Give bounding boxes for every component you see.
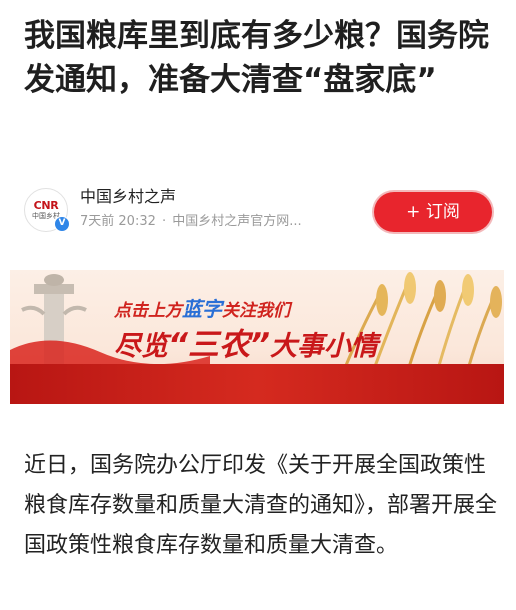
article-title: 我国粮库里到底有多少粮？国务院发通知，准备大清查“盘家底” (24, 18, 489, 98)
subscribe-button[interactable]: + 订阅 (374, 192, 492, 232)
article-paragraph: 近日，国务院办公厅印发《关于开展全国政策性粮食库存数量和质量大清查的通知》，部署… (24, 453, 498, 558)
promo-banner[interactable]: 点击上方蓝字关注我们 尽览“三农”大事小情 (10, 270, 504, 404)
post-time: 7天前 20:32 (80, 214, 156, 229)
author-name[interactable]: 中国乡村之声 (80, 186, 176, 208)
post-source: 中国乡村之声官方网... (172, 214, 302, 229)
author-row: CNR 中国乡村 V 中国乡村之声 7天前 20:32 · 中国乡村之声官方网.… (24, 186, 494, 242)
banner-follow-text: 点击上方蓝字关注我们 (114, 297, 290, 321)
banner-headline: 尽览“三农”大事小情 (114, 327, 378, 363)
post-meta: 7天前 20:32 · 中国乡村之声官方网... (80, 212, 360, 232)
article-page: 我国粮库里到底有多少粮？国务院发通知，准备大清查“盘家底” CNR 中国乡村 V… (0, 0, 516, 610)
meta-separator: · (162, 214, 167, 229)
verified-icon: V (54, 216, 70, 232)
banner-red-band (10, 364, 504, 404)
avatar-logo-text: CNR (33, 198, 59, 212)
